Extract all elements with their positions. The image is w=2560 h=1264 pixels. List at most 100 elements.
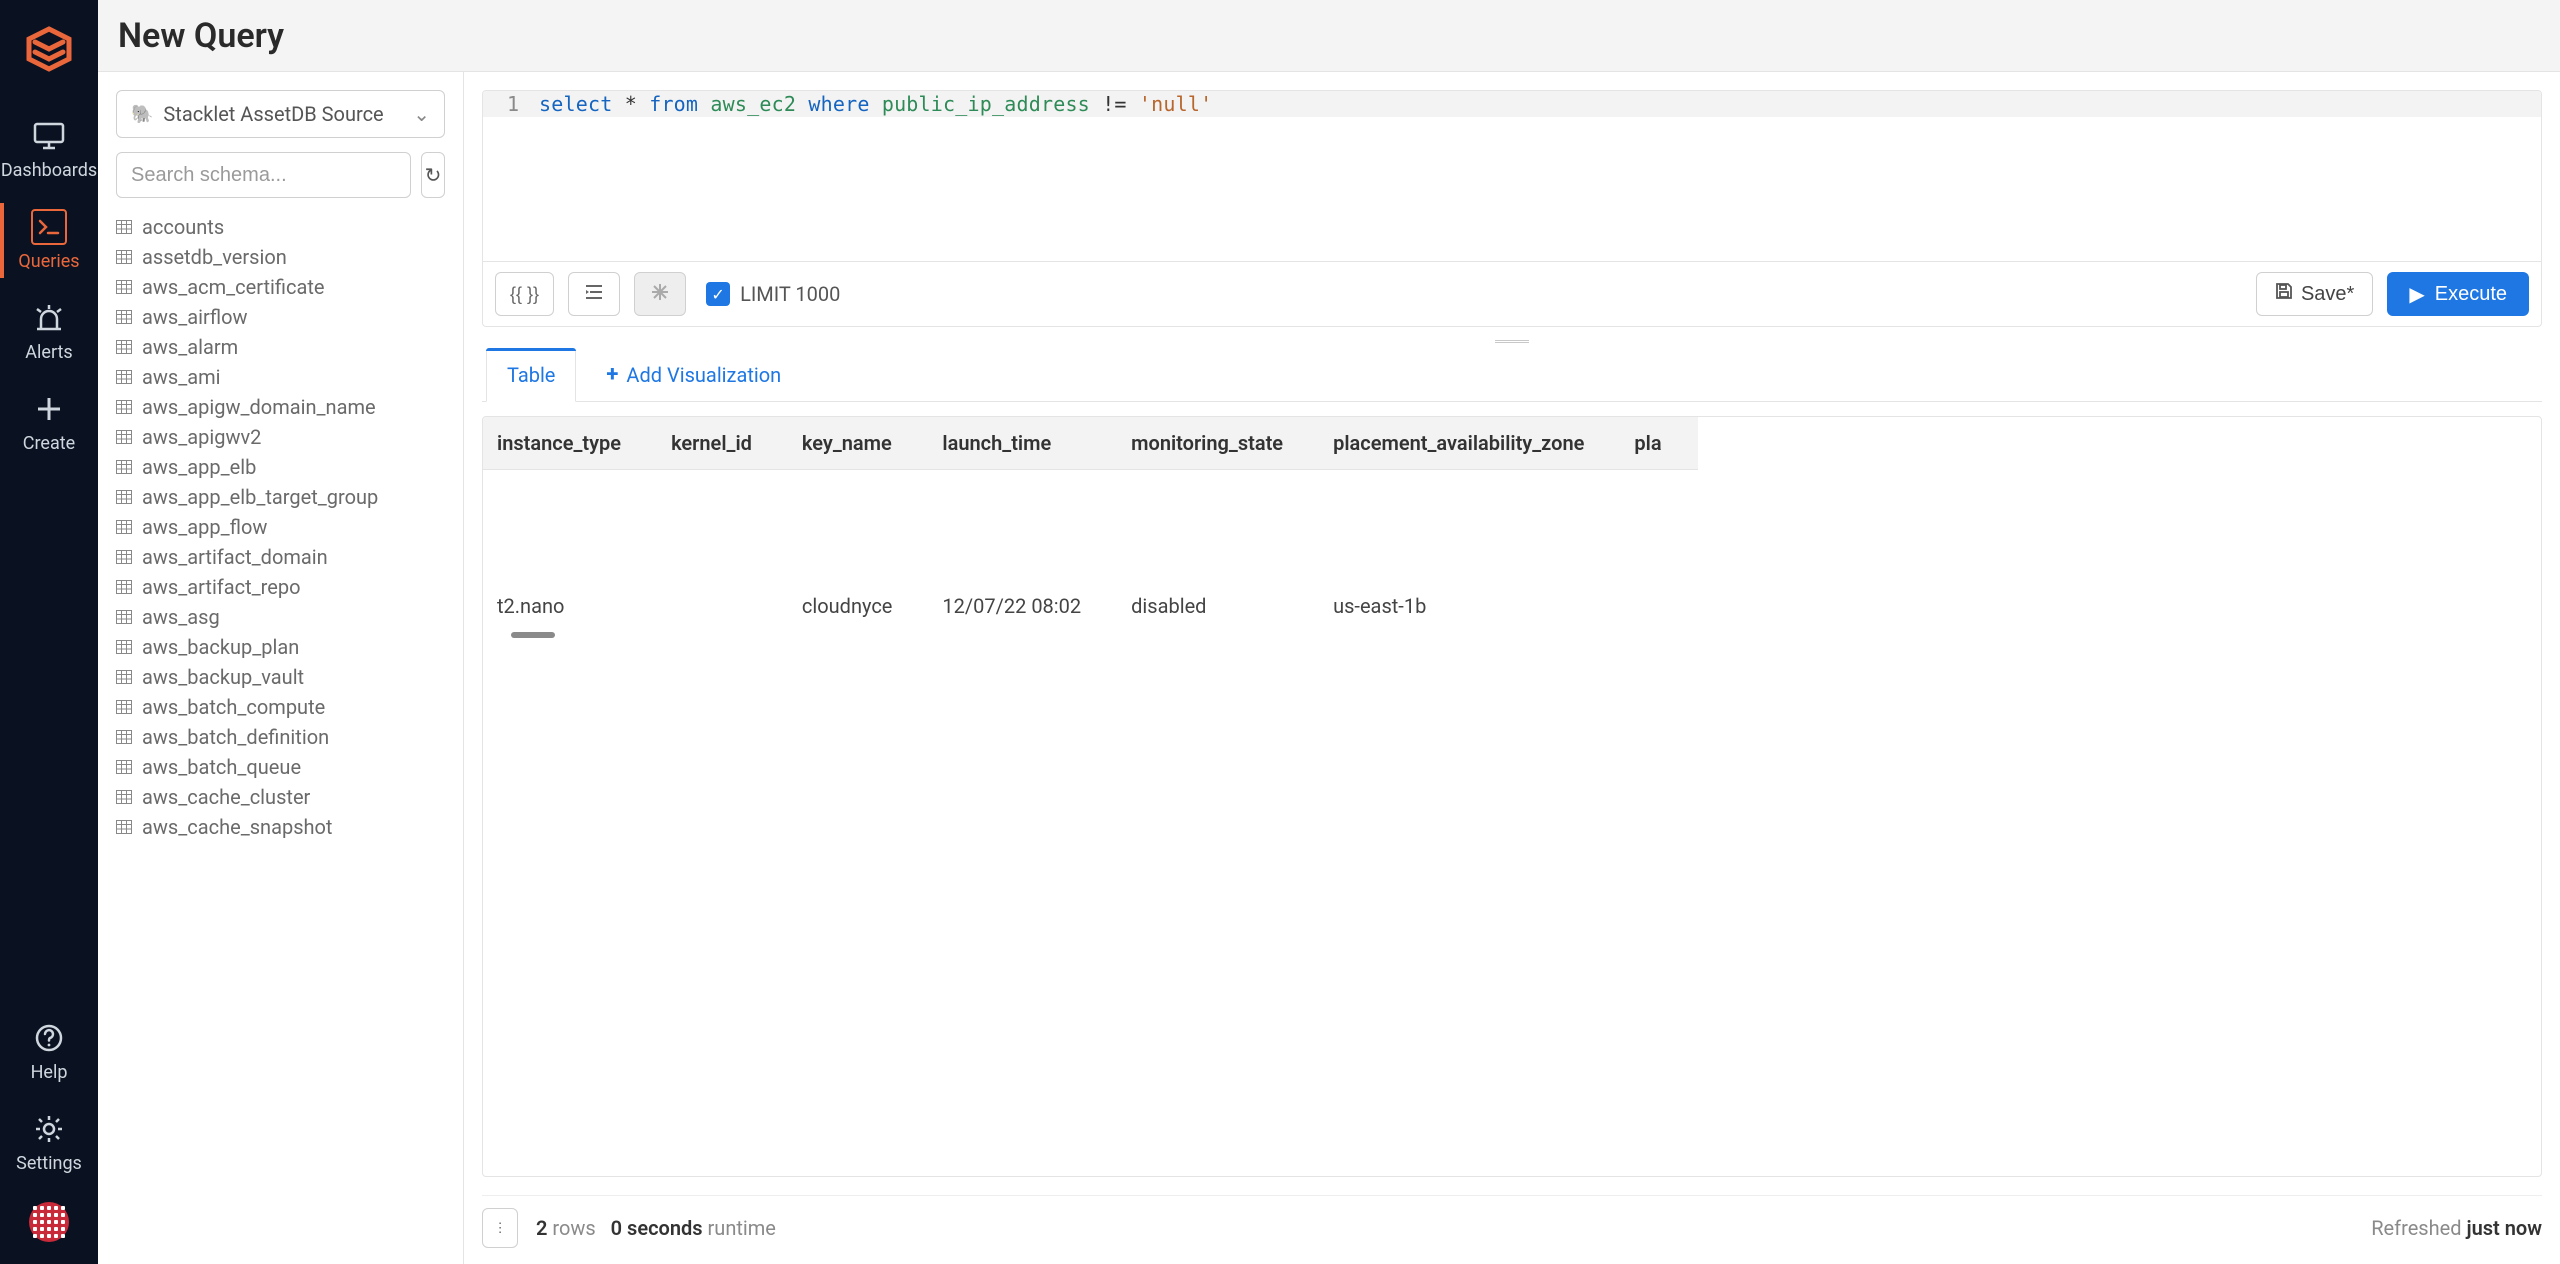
limit-toggle[interactable]: ✓ LIMIT 1000	[706, 282, 840, 306]
table-cell	[657, 580, 788, 632]
table-icon	[116, 520, 132, 534]
table-row[interactable]: t2.nanocloudnyce12/07/22 08:02disabledus…	[483, 580, 1698, 632]
table-cell: t2.nano	[483, 580, 657, 632]
table-icon	[116, 340, 132, 354]
schema-table-item[interactable]: aws_apigwv2	[116, 422, 441, 452]
schema-table-item[interactable]: aws_batch_definition	[116, 722, 441, 752]
table-column-header[interactable]: launch_time	[928, 417, 1117, 470]
save-label: Save*	[2301, 283, 2354, 306]
table-column-header[interactable]: pla	[1620, 417, 1697, 470]
table-column-header[interactable]: kernel_id	[657, 417, 788, 470]
schema-table-item[interactable]: aws_app_elb	[116, 452, 441, 482]
table-icon	[116, 400, 132, 414]
monitor-icon	[31, 118, 67, 154]
nav-item-create[interactable]: Create	[0, 377, 98, 468]
schema-table-item[interactable]: aws_alarm	[116, 332, 441, 362]
table-cell: 12/07/22 08:02	[928, 580, 1117, 632]
autocomplete-button[interactable]	[634, 272, 686, 316]
schema-table-item[interactable]: aws_batch_compute	[116, 692, 441, 722]
play-icon: ▶	[2409, 282, 2424, 307]
schema-table-item[interactable]: aws_asg	[116, 602, 441, 632]
app-nav: Dashboards Queries Alerts Create Help Se…	[0, 0, 98, 1264]
plus-icon: +	[606, 362, 618, 387]
table-cell: disabled	[1117, 580, 1319, 632]
sql-editor[interactable]: 1 select * from aws_ec2 where public_ip_…	[482, 90, 2542, 262]
table-column-header[interactable]: monitoring_state	[1117, 417, 1319, 470]
schema-table-name: aws_app_flow	[142, 515, 267, 539]
schema-table-name: aws_artifact_domain	[142, 545, 328, 569]
schema-table-name: aws_backup_plan	[142, 635, 299, 659]
schema-table-item[interactable]: assetdb_version	[116, 242, 441, 272]
table-column-header[interactable]: key_name	[788, 417, 929, 470]
format-query-button[interactable]	[568, 272, 620, 316]
add-visualization-button[interactable]: + Add Visualization	[600, 348, 787, 401]
save-button[interactable]: Save*	[2256, 272, 2373, 316]
schema-table-item[interactable]: aws_backup_plan	[116, 632, 441, 662]
tab-table[interactable]: Table	[486, 348, 576, 402]
main-area: New Query 🐘 Stacklet AssetDB Source ⌄ ↻ …	[98, 0, 2560, 1264]
editor-gutter: 1	[483, 91, 531, 117]
table-icon	[116, 490, 132, 504]
gear-icon	[31, 1111, 67, 1147]
pane-resize-handle[interactable]	[482, 335, 2542, 347]
table-icon	[116, 460, 132, 474]
schema-table-item[interactable]: aws_app_elb_target_group	[116, 482, 441, 512]
refreshed-value: just now	[2467, 1216, 2543, 1240]
schema-table-name: aws_cache_snapshot	[142, 815, 332, 839]
schema-table-item[interactable]: aws_batch_queue	[116, 752, 441, 782]
schema-table-item[interactable]: aws_cache_cluster	[116, 782, 441, 812]
schema-table-item[interactable]: aws_app_flow	[116, 512, 441, 542]
schema-table-list[interactable]: accountsassetdb_versionaws_acm_certifica…	[116, 212, 445, 1246]
rows-label: rows	[552, 1216, 595, 1240]
table-column-header[interactable]: placement_availability_zone	[1319, 417, 1620, 470]
autocomplete-icon	[650, 282, 670, 307]
editor-code-line: select * from aws_ec2 where public_ip_ad…	[531, 92, 1212, 116]
schema-table-item[interactable]: aws_apigw_domain_name	[116, 392, 441, 422]
horizontal-scroll-thumb[interactable]	[511, 632, 555, 638]
table-icon	[116, 610, 132, 624]
schema-table-name: aws_airflow	[142, 305, 248, 329]
schema-table-name: aws_ami	[142, 365, 221, 389]
app-logo	[24, 24, 74, 74]
schema-refresh-button[interactable]: ↻	[421, 152, 445, 198]
schema-table-item[interactable]: aws_acm_certificate	[116, 272, 441, 302]
table-icon	[116, 370, 132, 384]
schema-table-name: aws_apigw_domain_name	[142, 395, 376, 419]
schema-table-item[interactable]: accounts	[116, 212, 441, 242]
table-column-header[interactable]: instance_type	[483, 417, 657, 470]
nav-item-help[interactable]: Help	[0, 1006, 98, 1097]
schema-table-name: aws_asg	[142, 605, 220, 629]
results-table-container[interactable]: instance_typekernel_idkey_namelaunch_tim…	[482, 416, 2542, 1177]
nav-item-dashboards[interactable]: Dashboards	[0, 104, 98, 195]
help-icon	[31, 1020, 67, 1056]
nav-item-apps[interactable]	[0, 1188, 98, 1264]
schema-table-name: aws_app_elb	[142, 455, 256, 479]
schema-table-item[interactable]: aws_backup_vault	[116, 662, 441, 692]
schema-table-item[interactable]: aws_ami	[116, 362, 441, 392]
schema-table-item[interactable]: aws_cache_snapshot	[116, 812, 441, 842]
schema-table-item[interactable]: aws_artifact_repo	[116, 572, 441, 602]
execute-label: Execute	[2435, 283, 2507, 306]
runtime-label: runtime	[708, 1216, 776, 1240]
schema-table-name: aws_batch_compute	[142, 695, 325, 719]
page-title: New Query	[118, 16, 284, 56]
schema-table-item[interactable]: aws_artifact_domain	[116, 542, 441, 572]
table-cell	[1620, 580, 1697, 632]
results-menu-button[interactable]: ⋮	[482, 1208, 518, 1248]
execute-button[interactable]: ▶ Execute	[2387, 272, 2529, 316]
schema-table-name: aws_batch_queue	[142, 755, 301, 779]
nav-item-settings[interactable]: Settings	[0, 1097, 98, 1188]
schema-search-input[interactable]	[116, 152, 411, 198]
nav-item-alerts[interactable]: Alerts	[0, 286, 98, 377]
table-icon	[116, 580, 132, 594]
data-source-select[interactable]: 🐘 Stacklet AssetDB Source ⌄	[116, 90, 445, 138]
schema-table-item[interactable]: aws_airflow	[116, 302, 441, 332]
query-area: 1 select * from aws_ec2 where public_ip_…	[464, 72, 2560, 1264]
siren-icon	[31, 300, 67, 336]
nav-label: Queries	[18, 251, 79, 272]
editor-toolbar: {{ }} ✓ LIMIT 1000	[482, 262, 2542, 327]
nav-item-queries[interactable]: Queries	[0, 195, 98, 286]
query-params-button[interactable]: {{ }}	[495, 272, 554, 316]
terminal-icon	[31, 209, 67, 245]
kebab-icon: ⋮	[493, 1220, 506, 1236]
